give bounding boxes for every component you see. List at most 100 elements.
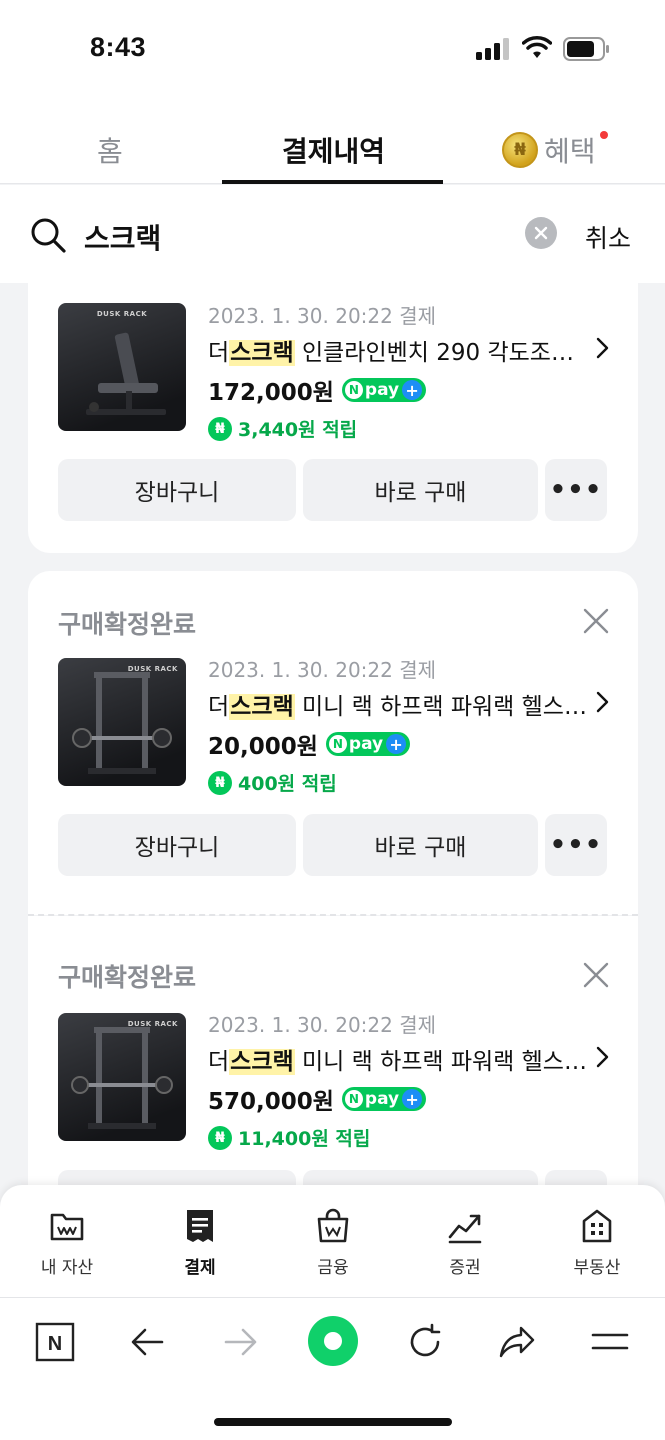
reward-label: 400원 적립 xyxy=(238,773,337,795)
npay-n-icon: N xyxy=(344,381,363,399)
chevron-right-icon[interactable] xyxy=(594,1045,610,1069)
product-name[interactable]: 더스크랙 인클라인벤치 290 각도조절... xyxy=(208,333,588,367)
bench-image xyxy=(86,332,166,415)
price-row: 570,000원 Npay + xyxy=(208,1082,588,1116)
rack-image xyxy=(72,672,172,774)
share-icon[interactable] xyxy=(497,1322,537,1362)
npay-n-icon: N xyxy=(328,735,347,753)
product-name[interactable]: 더스크랙 미니 랙 하프랙 파워랙 헬스 ... xyxy=(208,687,588,721)
chevron-right-icon[interactable] xyxy=(594,690,610,714)
chevron-right-icon[interactable] xyxy=(594,336,610,360)
npay-badge: Npay + xyxy=(325,732,411,756)
status-time: 8:43 xyxy=(90,32,147,62)
tab-benefits[interactable]: ₦ 혜택 xyxy=(502,130,596,170)
search-highlight: 스크랙 xyxy=(229,694,295,720)
order-price: 20,000원 xyxy=(208,734,318,760)
green-dot-button[interactable] xyxy=(308,1316,358,1366)
add-to-cart-button[interactable]: 장바구니 xyxy=(58,814,296,876)
npay-label: pay xyxy=(364,380,400,400)
order-date: 2023. 1. 30. 20:22 결제 xyxy=(208,658,437,682)
npay-badge: Npay + xyxy=(341,378,427,402)
nav-my-assets[interactable]: 내 자산 xyxy=(17,1207,117,1278)
product-thumbnail[interactable]: DUSK RACK xyxy=(58,658,186,786)
won-icon: ₦ xyxy=(208,1125,232,1150)
stock-chart-icon xyxy=(448,1214,482,1244)
search-icon[interactable] xyxy=(28,215,68,255)
rack-image xyxy=(71,1027,173,1129)
order-card: 구매확정완료 DUSK RACK 2023. 1. 30. 20:22 결제 더… xyxy=(28,571,638,915)
npay-badge: Npay + xyxy=(341,1087,427,1111)
nav-finance[interactable]: 금융 xyxy=(283,1207,383,1278)
npay-label: pay xyxy=(348,734,384,754)
order-price: 172,000원 xyxy=(208,380,334,406)
tab-home[interactable]: 홈 xyxy=(97,130,123,170)
product-brand-text: DUSK RACK xyxy=(127,1020,178,1028)
won-icon: ₦ xyxy=(208,770,232,795)
receipt-icon xyxy=(187,1210,213,1242)
bottom-nav: 내 자산 결제 금융 증권 부동산 xyxy=(0,1185,665,1297)
menu-icon[interactable] xyxy=(590,1322,630,1362)
back-arrow-icon[interactable] xyxy=(128,1322,168,1362)
notification-dot xyxy=(600,131,608,139)
order-meta: 2023. 1. 30. 20:22 결제 더스크랙 미니 랙 하프랙 파워랙 … xyxy=(208,654,588,796)
forward-arrow-icon[interactable] xyxy=(220,1322,260,1362)
tab-payments[interactable]: 결제내역 xyxy=(282,130,385,170)
product-thumbnail[interactable]: DUSK RACK xyxy=(58,1013,186,1141)
order-price: 570,000원 xyxy=(208,1089,334,1115)
browser-toolbar: N xyxy=(0,1297,665,1440)
price-row: 20,000원 Npay + xyxy=(208,727,588,761)
naver-logo-icon[interactable]: N xyxy=(35,1322,75,1362)
nav-label: 결제 xyxy=(184,1258,216,1278)
nav-stocks[interactable]: 증권 xyxy=(415,1207,515,1278)
product-name-prefix: 더 xyxy=(208,340,230,366)
status-bar: 8:43 xyxy=(0,0,665,100)
nav-label: 부동산 xyxy=(573,1258,621,1278)
npay-plus-icon: + xyxy=(402,1089,423,1109)
npay-plus-icon: + xyxy=(386,734,407,754)
home-indicator[interactable] xyxy=(214,1418,452,1426)
nav-label: 내 자산 xyxy=(40,1258,94,1278)
order-date: 2023. 1. 30. 20:22 결제 xyxy=(208,304,437,328)
order-date: 2023. 1. 30. 20:22 결제 xyxy=(208,1013,437,1037)
order-meta: 2023. 1. 30. 20:22 결제 더스크랙 인클라인벤치 290 각도… xyxy=(208,300,588,442)
reward-label: 11,400원 적립 xyxy=(238,1128,371,1150)
product-brand-text: DUSK RACK xyxy=(127,665,178,673)
refresh-icon[interactable] xyxy=(405,1322,445,1362)
product-thumbnail[interactable]: DUSK RACK xyxy=(58,303,186,431)
search-highlight: 스크랙 xyxy=(229,340,295,366)
add-to-cart-button[interactable]: 장바구니 xyxy=(58,459,296,521)
order-meta: 2023. 1. 30. 20:22 결제 더스크랙 미니 랙 하프랙 파워랙 … xyxy=(208,1009,588,1151)
close-icon[interactable] xyxy=(582,961,610,989)
product-name-rest: 미니 랙 하프랙 파워랙 헬스 ... xyxy=(294,694,588,720)
wifi-icon xyxy=(522,36,552,58)
npay-n-icon: N xyxy=(344,1090,363,1108)
close-icon[interactable] xyxy=(582,607,610,635)
signal-icon xyxy=(476,38,509,60)
building-icon xyxy=(582,1209,612,1243)
search-input[interactable]: 스크랙 xyxy=(84,217,161,257)
wallet-icon xyxy=(50,1213,84,1241)
product-name[interactable]: 더스크랙 미니 랙 하프랙 파워랙 헬스 ... xyxy=(208,1042,588,1076)
order-card: 구매확정완료 DUSK RACK 2023. 1. 30. 20:22 결제 더… xyxy=(28,916,638,1232)
reward-label: 3,440원 적립 xyxy=(238,419,358,441)
active-tab-indicator xyxy=(222,180,443,184)
buy-now-button[interactable]: 바로 구매 xyxy=(303,459,538,521)
npay-label: pay xyxy=(364,1089,400,1109)
svg-text:N: N xyxy=(48,1333,62,1355)
cancel-button[interactable]: 취소 xyxy=(585,219,631,255)
product-name-prefix: 더 xyxy=(208,694,230,720)
buy-now-button[interactable]: 바로 구매 xyxy=(303,814,538,876)
nav-real-estate[interactable]: 부동산 xyxy=(547,1207,647,1278)
product-brand-text: DUSK RACK xyxy=(96,310,148,318)
price-row: 172,000원 Npay + xyxy=(208,373,588,407)
battery-icon xyxy=(563,37,609,61)
more-options-button[interactable]: ••• xyxy=(545,814,607,876)
order-status: 구매확정완료 xyxy=(58,610,197,639)
nav-payments[interactable]: 결제 xyxy=(150,1207,250,1278)
clear-search-icon[interactable] xyxy=(525,217,557,249)
product-name-prefix: 더 xyxy=(208,1049,230,1075)
order-card: DUSK RACK 2023. 1. 30. 20:22 결제 더스크랙 인클라… xyxy=(28,260,638,553)
search-highlight: 스크랙 xyxy=(229,1049,295,1075)
npay-plus-icon: + xyxy=(402,380,423,400)
more-options-button[interactable]: ••• xyxy=(545,459,607,521)
